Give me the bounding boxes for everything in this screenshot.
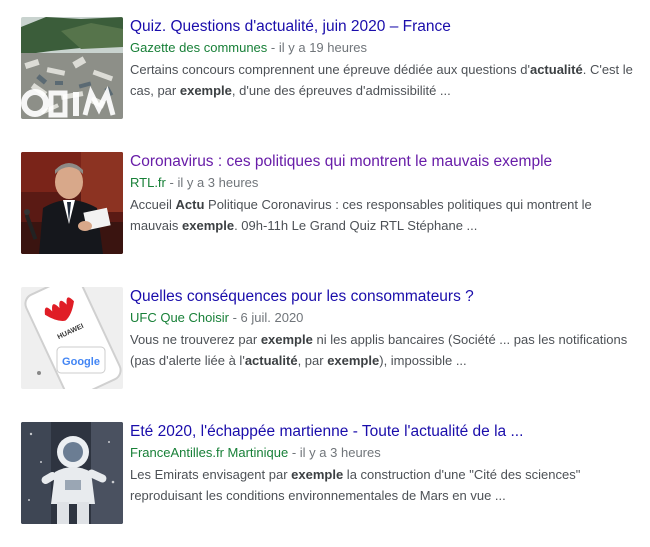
news-result-content: Quiz. Questions d'actualité, juin 2020 –…: [130, 17, 635, 101]
meta-separator: -: [267, 40, 279, 55]
astronaut-mural-image: [21, 422, 123, 524]
snippet-keyword: exemple: [179, 83, 232, 98]
news-result-meta: UFC Que Choisir - 6 juil. 2020: [130, 308, 635, 328]
news-source: Gazette des communes: [130, 40, 268, 55]
news-result-meta: FranceAntilles.fr Martinique - il y a 3 …: [130, 443, 635, 463]
google-brand-text: Google: [62, 356, 100, 368]
snippet-keyword: exemple: [327, 353, 380, 368]
polluted-beach-image: [21, 17, 123, 119]
snippet-keyword: exemple: [291, 467, 344, 482]
news-result-title-link[interactable]: Quelles conséquences pour les consommate…: [130, 287, 635, 307]
snippet-keyword: exemple: [182, 218, 235, 233]
news-source: UFC Que Choisir: [130, 310, 229, 325]
news-time: il y a 3 heures: [177, 175, 259, 190]
astronaut-mural-thumbnail[interactable]: [21, 422, 123, 524]
snippet-text: ), impossible ...: [379, 353, 467, 368]
news-time: 6 juil. 2020: [240, 310, 304, 325]
news-time: il y a 19 heures: [278, 40, 368, 55]
meta-separator: -: [165, 175, 178, 190]
news-result: Quiz. Questions d'actualité, juin 2020 –…: [0, 17, 650, 127]
snippet-keyword: actualité: [529, 62, 583, 77]
news-snippet: Vous ne trouverez par exemple ni les app…: [130, 329, 635, 371]
news-result-content: Quelles conséquences pour les consommate…: [130, 287, 635, 371]
news-time: il y a 3 heures: [299, 445, 381, 460]
news-result-title-link[interactable]: Quiz. Questions d'actualité, juin 2020 –…: [130, 17, 635, 37]
snippet-text: Certains concours comprennent une épreuv…: [130, 62, 530, 77]
news-result-title-link[interactable]: Eté 2020, l'échappée martienne - Toute l…: [130, 422, 635, 442]
huawei-phone-image: HUAWEI Google: [21, 287, 123, 389]
huawei-phone-thumbnail[interactable]: HUAWEI Google: [21, 287, 123, 389]
news-result-content: Coronavirus : ces politiques qui montren…: [130, 152, 635, 236]
polluted-beach-thumbnail[interactable]: [21, 17, 123, 119]
snippet-text: , d'une des épreuves d'admissibilité ...: [231, 83, 451, 98]
news-result-content: Eté 2020, l'échappée martienne - Toute l…: [130, 422, 635, 506]
snippet-text: Les Emirats envisagent par: [130, 467, 292, 482]
news-result: Eté 2020, l'échappée martienne - Toute l…: [0, 422, 650, 532]
snippet-keyword: Actu: [175, 197, 205, 212]
news-result: Coronavirus : ces politiques qui montren…: [0, 152, 650, 262]
news-result-meta: RTL.fr - il y a 3 heures: [130, 173, 635, 193]
meta-separator: -: [288, 445, 300, 460]
news-result-title-link[interactable]: Coronavirus : ces politiques qui montren…: [130, 152, 635, 172]
news-snippet: Les Emirats envisagent par exemple la co…: [130, 464, 635, 506]
snippet-text: . 09h-11h Le Grand Quiz RTL Stéphane ...: [234, 218, 478, 233]
snippet-text: , par: [297, 353, 328, 368]
news-result: HUAWEI Google Quelles conséquences pour …: [0, 287, 650, 397]
snippet-keyword: actualité: [244, 353, 298, 368]
news-snippet: Accueil Actu Politique Coronavirus : ces…: [130, 194, 635, 236]
snippet-text: Vous ne trouverez par: [130, 332, 261, 347]
politician-speaking-thumbnail[interactable]: [21, 152, 123, 254]
news-source: FranceAntilles.fr Martinique: [130, 445, 289, 460]
snippet-keyword: exemple: [260, 332, 313, 347]
snippet-text: Accueil: [130, 197, 176, 212]
news-snippet: Certains concours comprennent une épreuv…: [130, 59, 635, 101]
meta-separator: -: [228, 310, 241, 325]
news-result-meta: Gazette des communes - il y a 19 heures: [130, 38, 635, 58]
politician-speaking-image: [21, 152, 123, 254]
news-source: RTL.fr: [130, 175, 166, 190]
